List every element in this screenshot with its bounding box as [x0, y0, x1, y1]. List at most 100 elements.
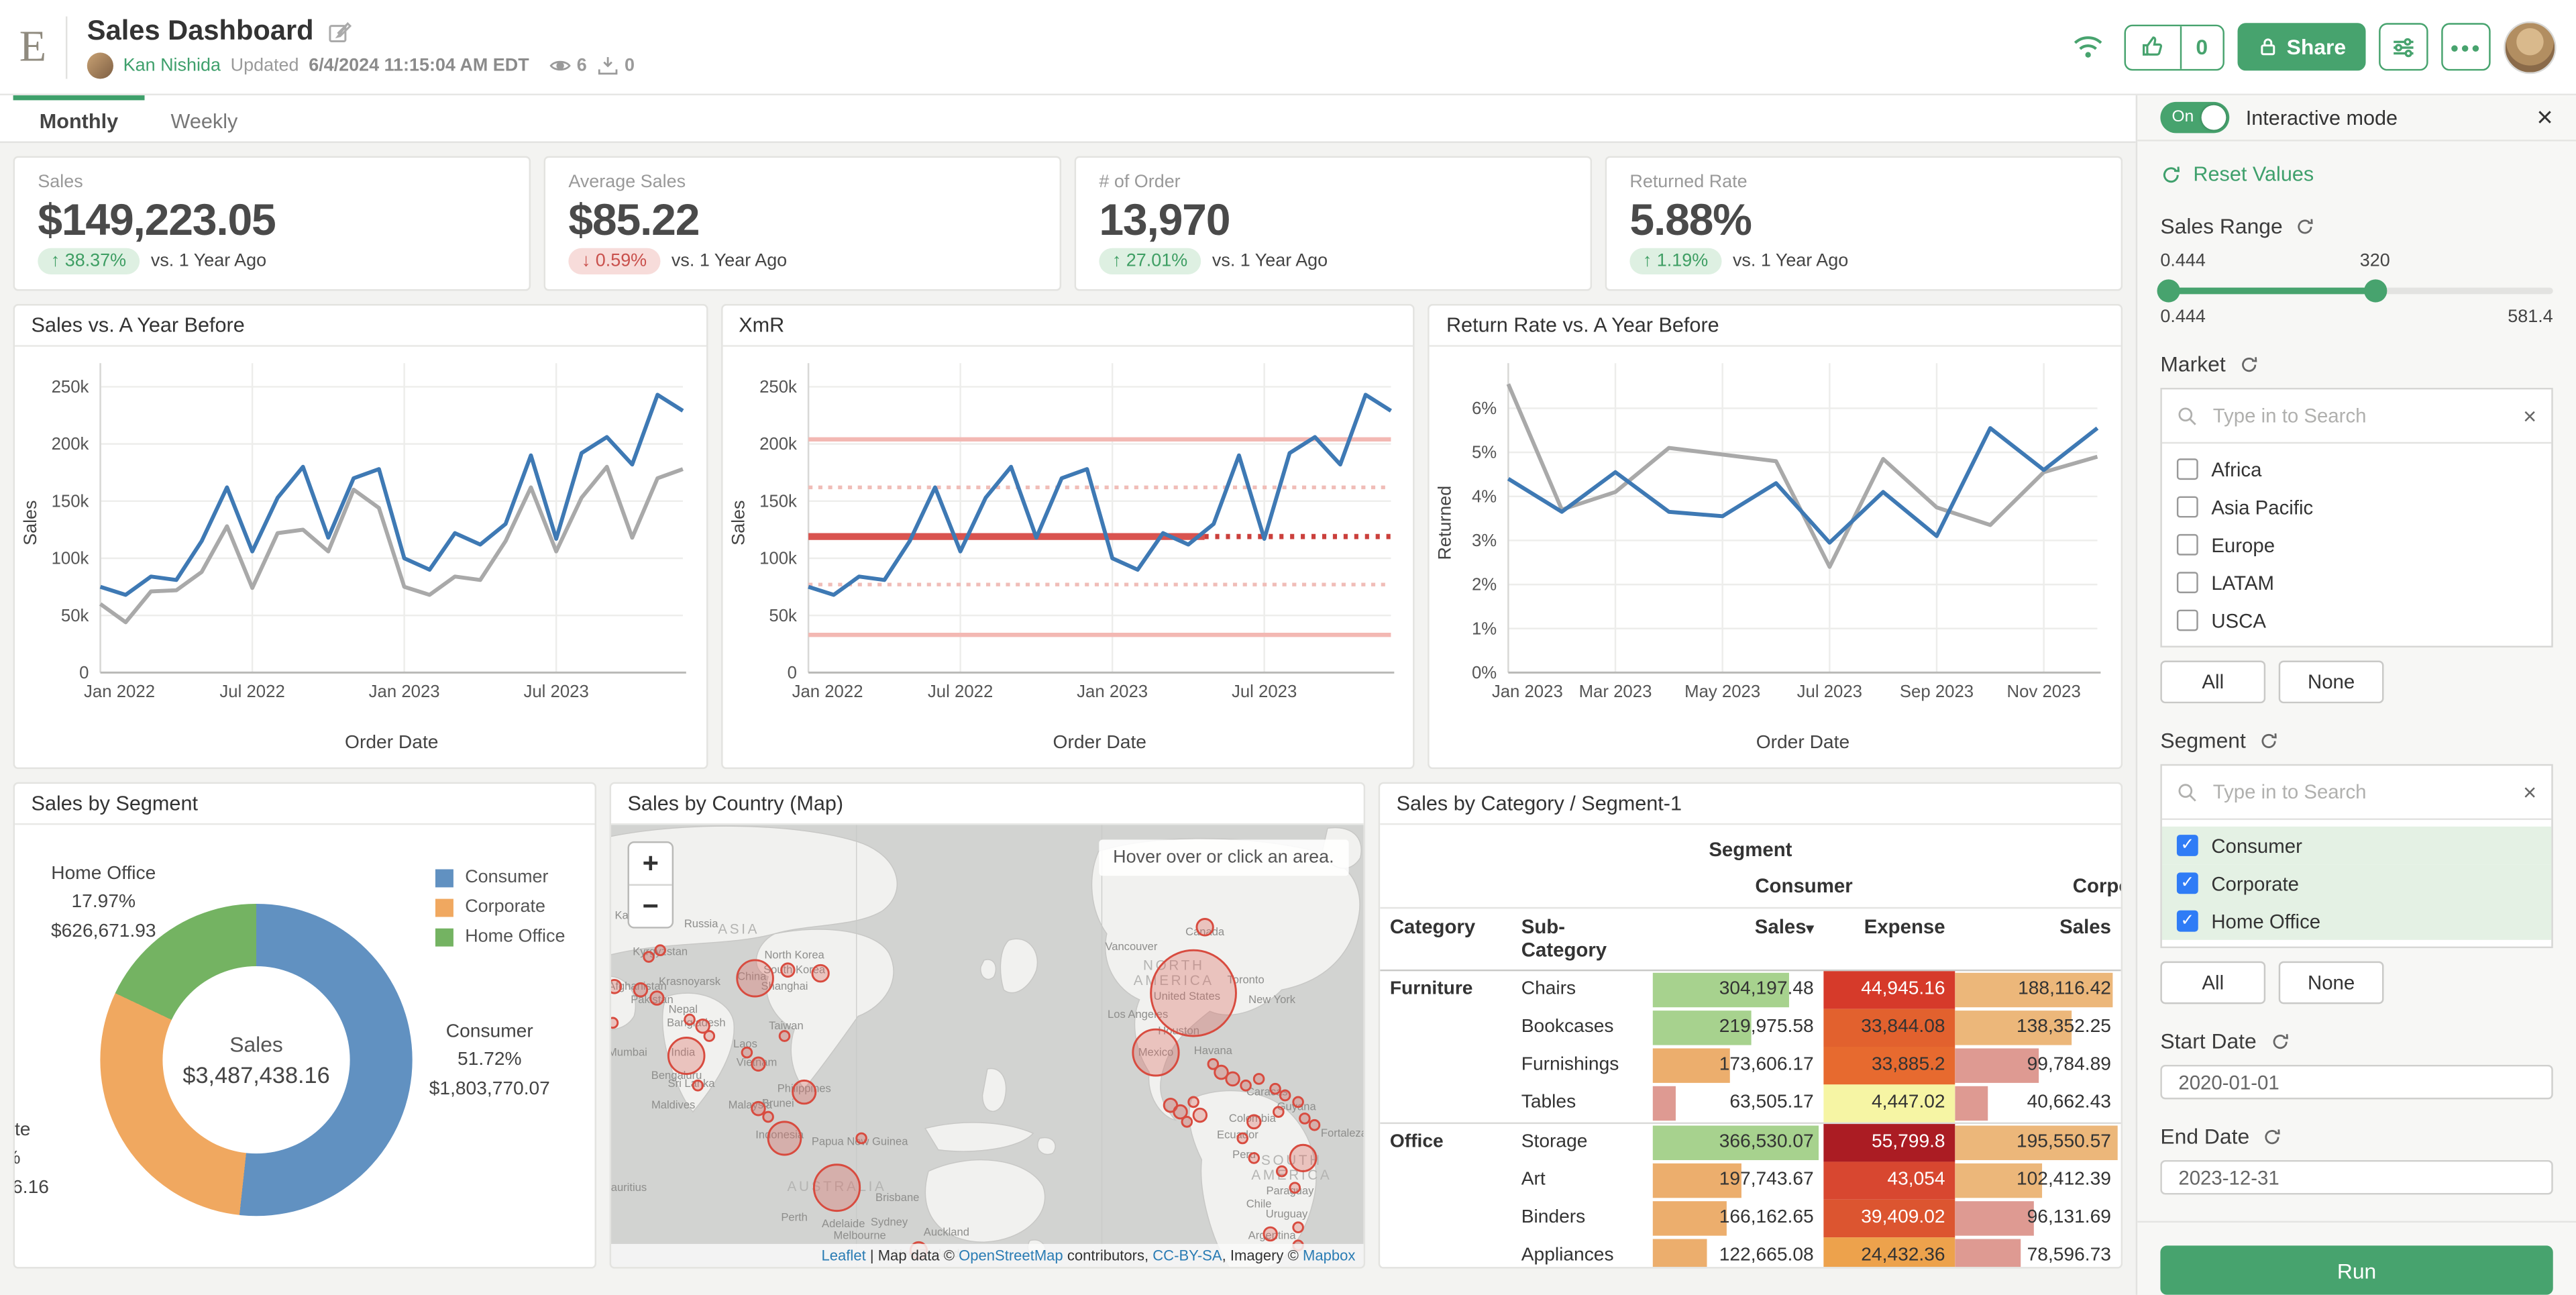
checkbox[interactable]: ✓: [2177, 835, 2198, 857]
table-row[interactable]: Binders166,162.6539,409.0296,131.69: [1380, 1200, 2121, 1237]
thumbs-up-icon[interactable]: [2125, 25, 2180, 68]
map-sales-circle[interactable]: [1241, 1080, 1251, 1090]
start-date-input[interactable]: 2020-01-01: [2160, 1065, 2553, 1100]
map-sales-circle[interactable]: [1133, 1029, 1179, 1076]
wifi-status-icon[interactable]: [2071, 33, 2104, 61]
checkbox[interactable]: [2177, 610, 2198, 631]
map-zoom-out-button[interactable]: −: [629, 884, 672, 927]
col-subcategory[interactable]: Sub-Category: [1511, 915, 1653, 962]
checkbox[interactable]: [2177, 534, 2198, 556]
map-sales-circle[interactable]: [1254, 1074, 1264, 1084]
map-sales-circle[interactable]: [1193, 1108, 1207, 1122]
map-sales-circle[interactable]: [1290, 1183, 1300, 1193]
map-sales-circle[interactable]: [1248, 1115, 1261, 1129]
col-category[interactable]: Category: [1380, 915, 1511, 962]
legend-item-home-office[interactable]: Home Office: [435, 927, 565, 946]
map-zoom-in-button[interactable]: +: [629, 843, 672, 884]
share-button[interactable]: Share: [2237, 23, 2365, 70]
legend-item-corporate[interactable]: Corporate: [435, 897, 565, 917]
attribution-link[interactable]: OpenStreetMap: [959, 1247, 1063, 1263]
map-sales-circle[interactable]: [651, 992, 664, 1005]
map-sales-circle[interactable]: [1300, 1114, 1310, 1124]
segment-all-button[interactable]: All: [2160, 962, 2265, 1004]
sales-map[interactable]: ASIAAUSTRALIANORTHAMERICASOUTHAMERICARus…: [611, 825, 1364, 1267]
market-none-button[interactable]: None: [2279, 661, 2384, 704]
map-sales-circle[interactable]: [634, 983, 647, 996]
refresh-icon[interactable]: [2259, 731, 2278, 750]
tab-monthly[interactable]: Monthly: [13, 95, 145, 142]
reset-values-link[interactable]: Reset Values: [2160, 163, 2553, 186]
sales-by-segment-donut[interactable]: Sales$3,487,438.16Home Office17.97%$626,…: [15, 825, 594, 1267]
map-sales-circle[interactable]: [1264, 1227, 1277, 1241]
map-sales-circle[interactable]: [1189, 1097, 1199, 1107]
map-sales-circle[interactable]: [1293, 1223, 1303, 1233]
map-sales-circle[interactable]: [1293, 1097, 1303, 1107]
table-row[interactable]: Office SuppliesStorage366,530.0755,799.8…: [1380, 1123, 2121, 1162]
map-sales-circle[interactable]: [1290, 1145, 1316, 1171]
map-sales-circle[interactable]: [1271, 1084, 1281, 1094]
sales-range-slider[interactable]: 0.444 320 0.444 581.4: [2160, 252, 2553, 327]
like-button-group[interactable]: 0: [2124, 24, 2224, 70]
map-sales-circle[interactable]: [1238, 1133, 1248, 1143]
option-europe[interactable]: Europe: [2162, 526, 2551, 564]
map-sales-circle[interactable]: [782, 964, 795, 977]
run-button[interactable]: Run: [2160, 1245, 2553, 1294]
option-asia-pacific[interactable]: Asia Pacific: [2162, 488, 2551, 526]
clear-search-icon[interactable]: ×: [2523, 403, 2536, 429]
refresh-icon[interactable]: [2239, 354, 2258, 374]
checkbox[interactable]: [2177, 497, 2198, 518]
table-row[interactable]: FurnitureChairs304,197.4844,945.16188,11…: [1380, 971, 2121, 1008]
tab-weekly[interactable]: Weekly: [144, 95, 264, 142]
xmr-chart[interactable]: 050k100k150k200k250kJan 2022Jul 2022Jan …: [722, 347, 1413, 769]
option-latam[interactable]: LATAM: [2162, 564, 2551, 602]
more-options-button[interactable]: ●●●: [2441, 23, 2490, 70]
attribution-link[interactable]: Mapbox: [1303, 1247, 1355, 1263]
table-row[interactable]: Appliances122,665.0824,432.3678,596.73: [1380, 1237, 2121, 1267]
map-sales-circle[interactable]: [1182, 1117, 1192, 1127]
interactive-mode-toggle[interactable]: On: [2160, 102, 2229, 134]
clear-search-icon[interactable]: ×: [2523, 779, 2536, 805]
map-sales-circle[interactable]: [693, 1080, 703, 1090]
map-sales-circle[interactable]: [1208, 1059, 1218, 1069]
option-consumer[interactable]: ✓Consumer: [2162, 827, 2551, 864]
map-sales-circle[interactable]: [668, 1037, 704, 1074]
end-date-input[interactable]: 2023-12-31: [2160, 1161, 2553, 1196]
map-sales-circle[interactable]: [737, 960, 773, 996]
sales-vs-year-chart[interactable]: 050k100k150k200k250kJan 2022Jul 2022Jan …: [15, 347, 706, 769]
author-avatar[interactable]: [87, 52, 113, 79]
map-sales-circle[interactable]: [857, 1133, 867, 1143]
checkbox[interactable]: [2177, 459, 2198, 480]
map-sales-circle[interactable]: [752, 1057, 765, 1071]
map-sales-circle[interactable]: [1280, 1090, 1290, 1100]
map-sales-circle[interactable]: [1226, 1072, 1240, 1086]
checkbox[interactable]: ✓: [2177, 873, 2198, 894]
table-row[interactable]: Bookcases219,975.5833,844.08138,352.25: [1380, 1009, 2121, 1047]
option-home-office[interactable]: ✓Home Office: [2162, 902, 2551, 940]
market-search-input[interactable]: [2210, 403, 2512, 429]
segment-search-input[interactable]: [2210, 779, 2512, 805]
map-sales-circle[interactable]: [1274, 1107, 1284, 1117]
map-sales-circle[interactable]: [768, 1122, 801, 1155]
map-sales-circle[interactable]: [1151, 950, 1236, 1036]
table-row[interactable]: Art197,743.6743,054102,412.39: [1380, 1161, 2121, 1199]
map-sales-circle[interactable]: [1309, 1120, 1320, 1130]
user-avatar[interactable]: [2504, 21, 2556, 73]
col-expense[interactable]: Expense: [1823, 915, 1955, 962]
slider-handle-min[interactable]: [2157, 280, 2180, 303]
refresh-icon[interactable]: [2296, 217, 2315, 236]
map-sales-circle[interactable]: [752, 1102, 765, 1115]
segment-none-button[interactable]: None: [2279, 962, 2384, 1004]
map-sales-circle[interactable]: [1249, 1153, 1259, 1163]
map-sales-circle[interactable]: [644, 952, 654, 962]
map-sales-circle[interactable]: [655, 945, 665, 955]
market-all-button[interactable]: All: [2160, 661, 2265, 704]
return-rate-chart[interactable]: 0%1%2%3%4%5%6%Jan 2023Mar 2023May 2023Ju…: [1430, 347, 2121, 769]
option-corporate[interactable]: ✓Corporate: [2162, 865, 2551, 902]
col-sales-sort[interactable]: Sales▾: [1653, 915, 1824, 962]
settings-sliders-button[interactable]: [2379, 23, 2428, 70]
map-sales-circle[interactable]: [1197, 919, 1213, 936]
slider-handle-max[interactable]: [2365, 280, 2387, 303]
map-sales-circle[interactable]: [611, 1018, 618, 1028]
map-sales-circle[interactable]: [763, 1112, 773, 1122]
map-sales-circle[interactable]: [685, 1015, 695, 1025]
